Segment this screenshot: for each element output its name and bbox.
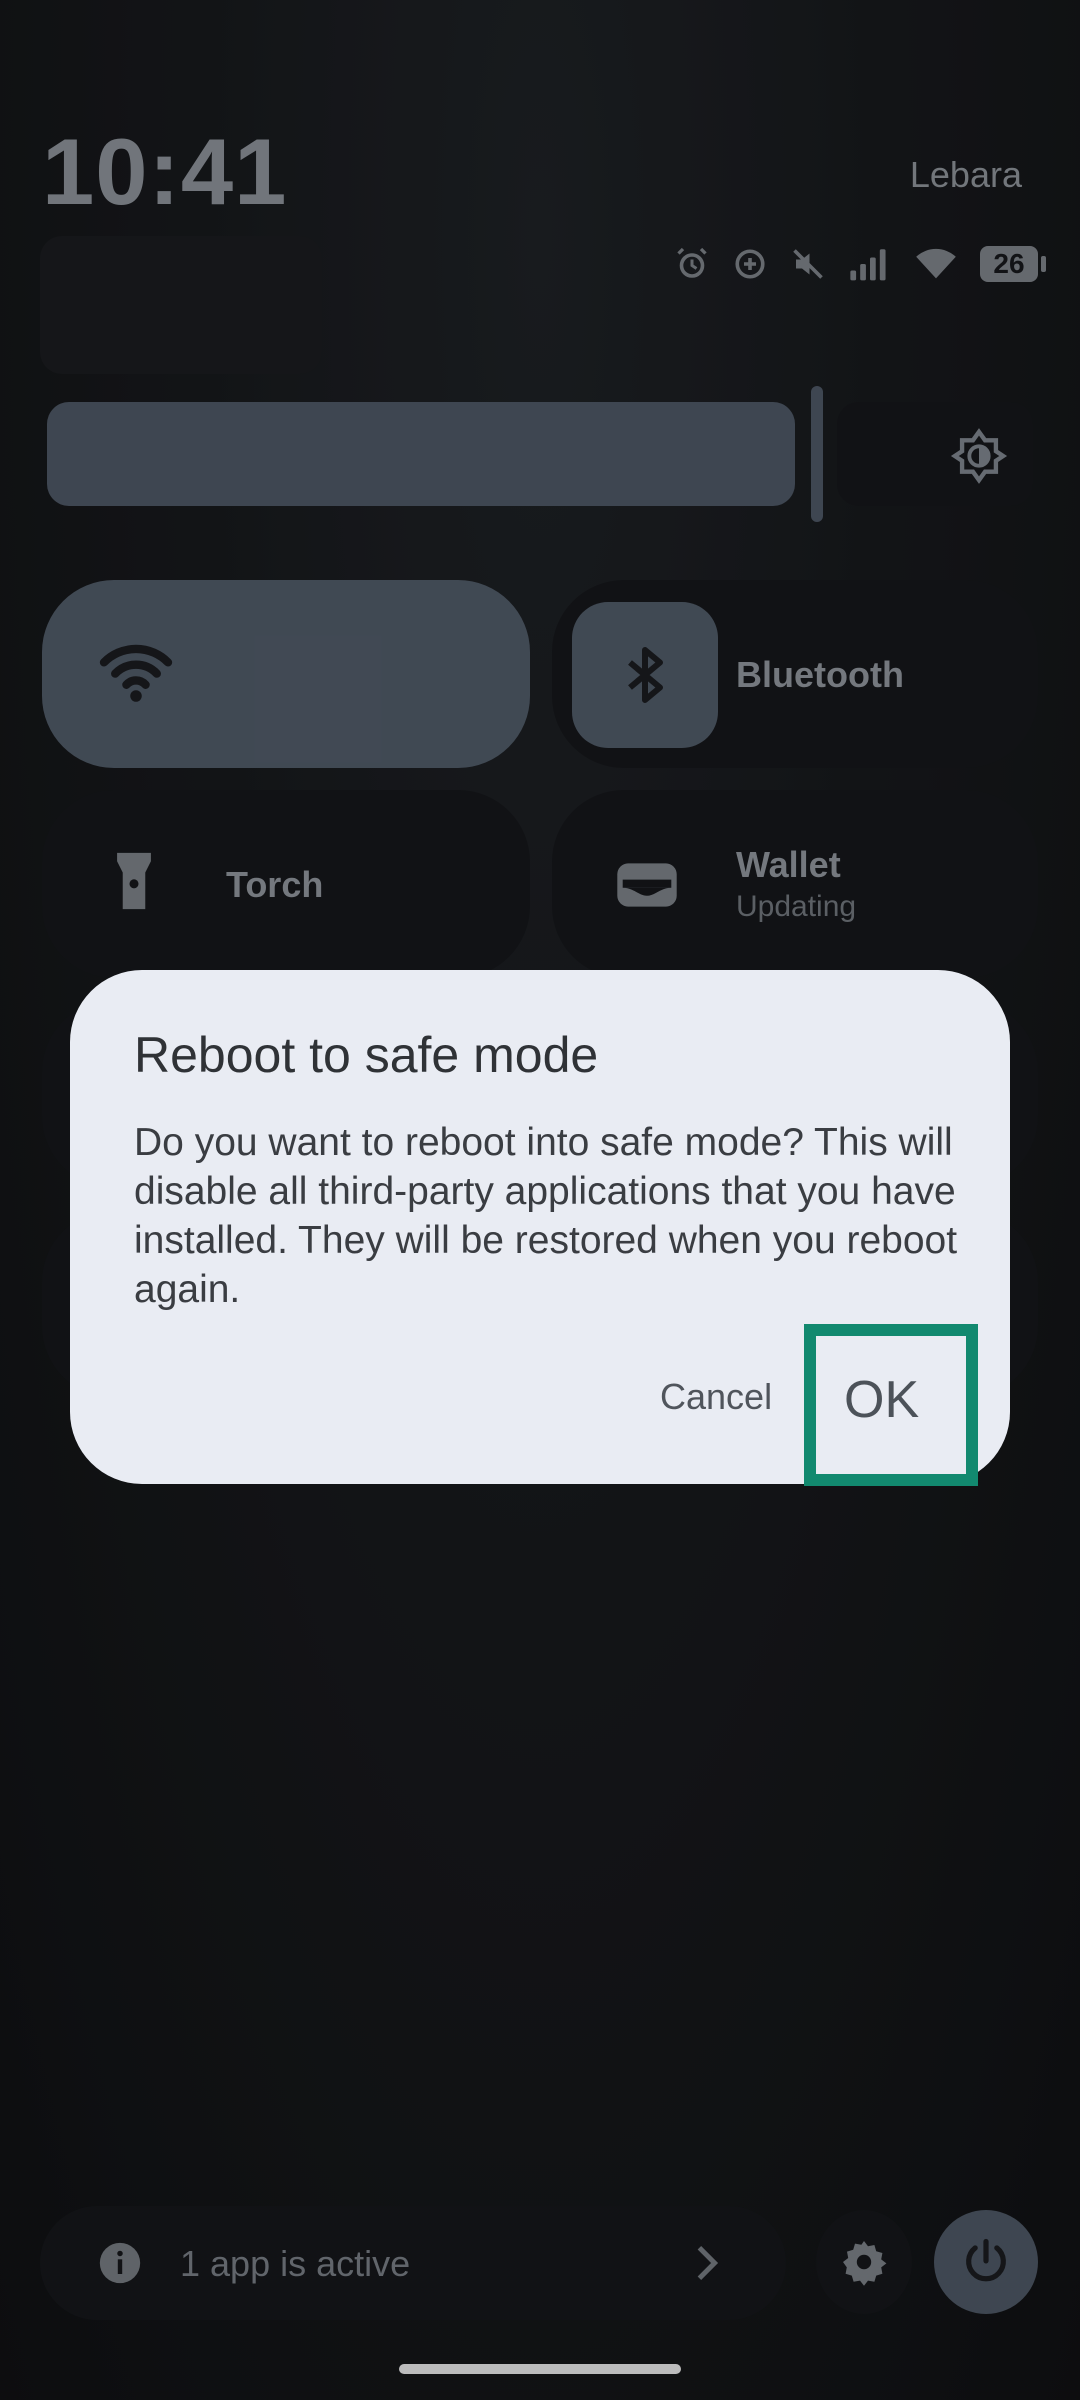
ok-button[interactable]: OK: [844, 1370, 919, 1430]
safe-mode-dialog: Reboot to safe mode Do you want to reboo…: [70, 970, 1010, 1486]
cancel-button[interactable]: Cancel: [660, 1376, 772, 1418]
dialog-title: Reboot to safe mode: [134, 1027, 599, 1083]
dialog-message: Do you want to reboot into safe mode? Th…: [134, 1121, 958, 1311]
